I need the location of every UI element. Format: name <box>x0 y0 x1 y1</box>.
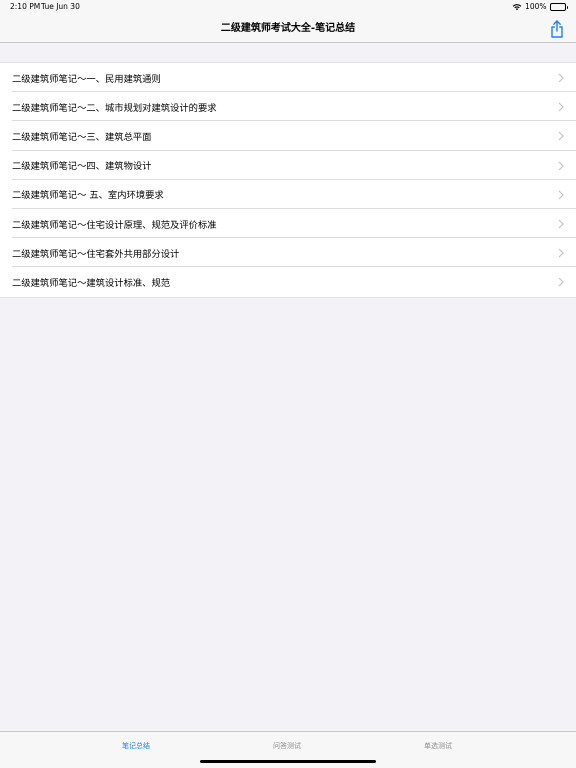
chevron-right-icon <box>558 73 564 83</box>
list-item[interactable]: 二级建筑师笔记～一、民用建筑通则 <box>0 63 576 93</box>
share-button[interactable] <box>548 19 566 38</box>
app-screen: 2:10 PM Tue Jun 30 100% 二级建筑师考试大全-笔记总结 二… <box>0 0 576 768</box>
list-item[interactable]: 二级建筑师笔记～ 五、室内环境要求 <box>0 180 576 210</box>
chevron-right-icon <box>558 190 564 200</box>
list-item[interactable]: 二级建筑师笔记～住宅套外共用部分设计 <box>0 238 576 268</box>
chevron-right-icon <box>558 102 564 112</box>
list-item-label: 二级建筑师笔记～三、建筑总平面 <box>12 131 152 143</box>
chevron-right-icon <box>558 161 564 170</box>
tab-notes-summary[interactable]: 笔记总结 <box>76 741 196 751</box>
battery-percent: 100% <box>525 2 547 11</box>
status-date: Tue Jun 30 <box>41 2 80 11</box>
chevron-right-icon <box>558 248 564 258</box>
list-item-label: 二级建筑师笔记～一、民用建筑通则 <box>12 73 161 85</box>
chevron-right-icon <box>558 219 564 229</box>
list-item-label: 二级建筑师笔记～二、城市规划对建筑设计的要求 <box>12 102 217 114</box>
chevron-right-icon <box>558 131 564 141</box>
list-item-label: 二级建筑师笔记～建筑设计标准、规范 <box>12 277 171 289</box>
notes-list: 二级建筑师笔记～一、民用建筑通则 二级建筑师笔记～二、城市规划对建筑设计的要求 … <box>0 62 576 298</box>
list-item-label: 二级建筑师笔记～住宅套外共用部分设计 <box>12 248 180 260</box>
share-icon <box>551 19 563 38</box>
list-item[interactable]: 二级建筑师笔记～二、城市规划对建筑设计的要求 <box>0 92 576 122</box>
wifi-icon <box>512 4 522 11</box>
page-title: 二级建筑师考试大全-笔记总结 <box>220 23 356 34</box>
navigation-bar: 二级建筑师考试大全-笔记总结 <box>0 14 576 43</box>
list-item-label: 二级建筑师笔记～ 五、室内环境要求 <box>12 190 164 202</box>
battery-icon <box>549 3 568 11</box>
chevron-right-icon <box>558 277 564 287</box>
list-item[interactable]: 二级建筑师笔记～三、建筑总平面 <box>0 121 576 151</box>
tab-single-choice-test[interactable]: 单选测试 <box>378 741 498 751</box>
list-item[interactable]: 二级建筑师笔记～住宅设计原理、规范及评价标准 <box>0 209 576 239</box>
status-right: 100% <box>512 0 568 14</box>
status-bar: 2:10 PM Tue Jun 30 100% <box>0 0 576 14</box>
tab-qa-test[interactable]: 问答测试 <box>227 741 347 751</box>
list-item[interactable]: 二级建筑师笔记～四、建筑物设计 <box>0 151 576 180</box>
list-item-label: 二级建筑师笔记～四、建筑物设计 <box>12 161 152 173</box>
status-time: 2:10 PM <box>10 2 41 11</box>
list-item[interactable]: 二级建筑师笔记～建筑设计标准、规范 <box>0 267 576 296</box>
home-indicator[interactable] <box>200 760 376 763</box>
list-item-label: 二级建筑师笔记～住宅设计原理、规范及评价标准 <box>12 219 217 231</box>
